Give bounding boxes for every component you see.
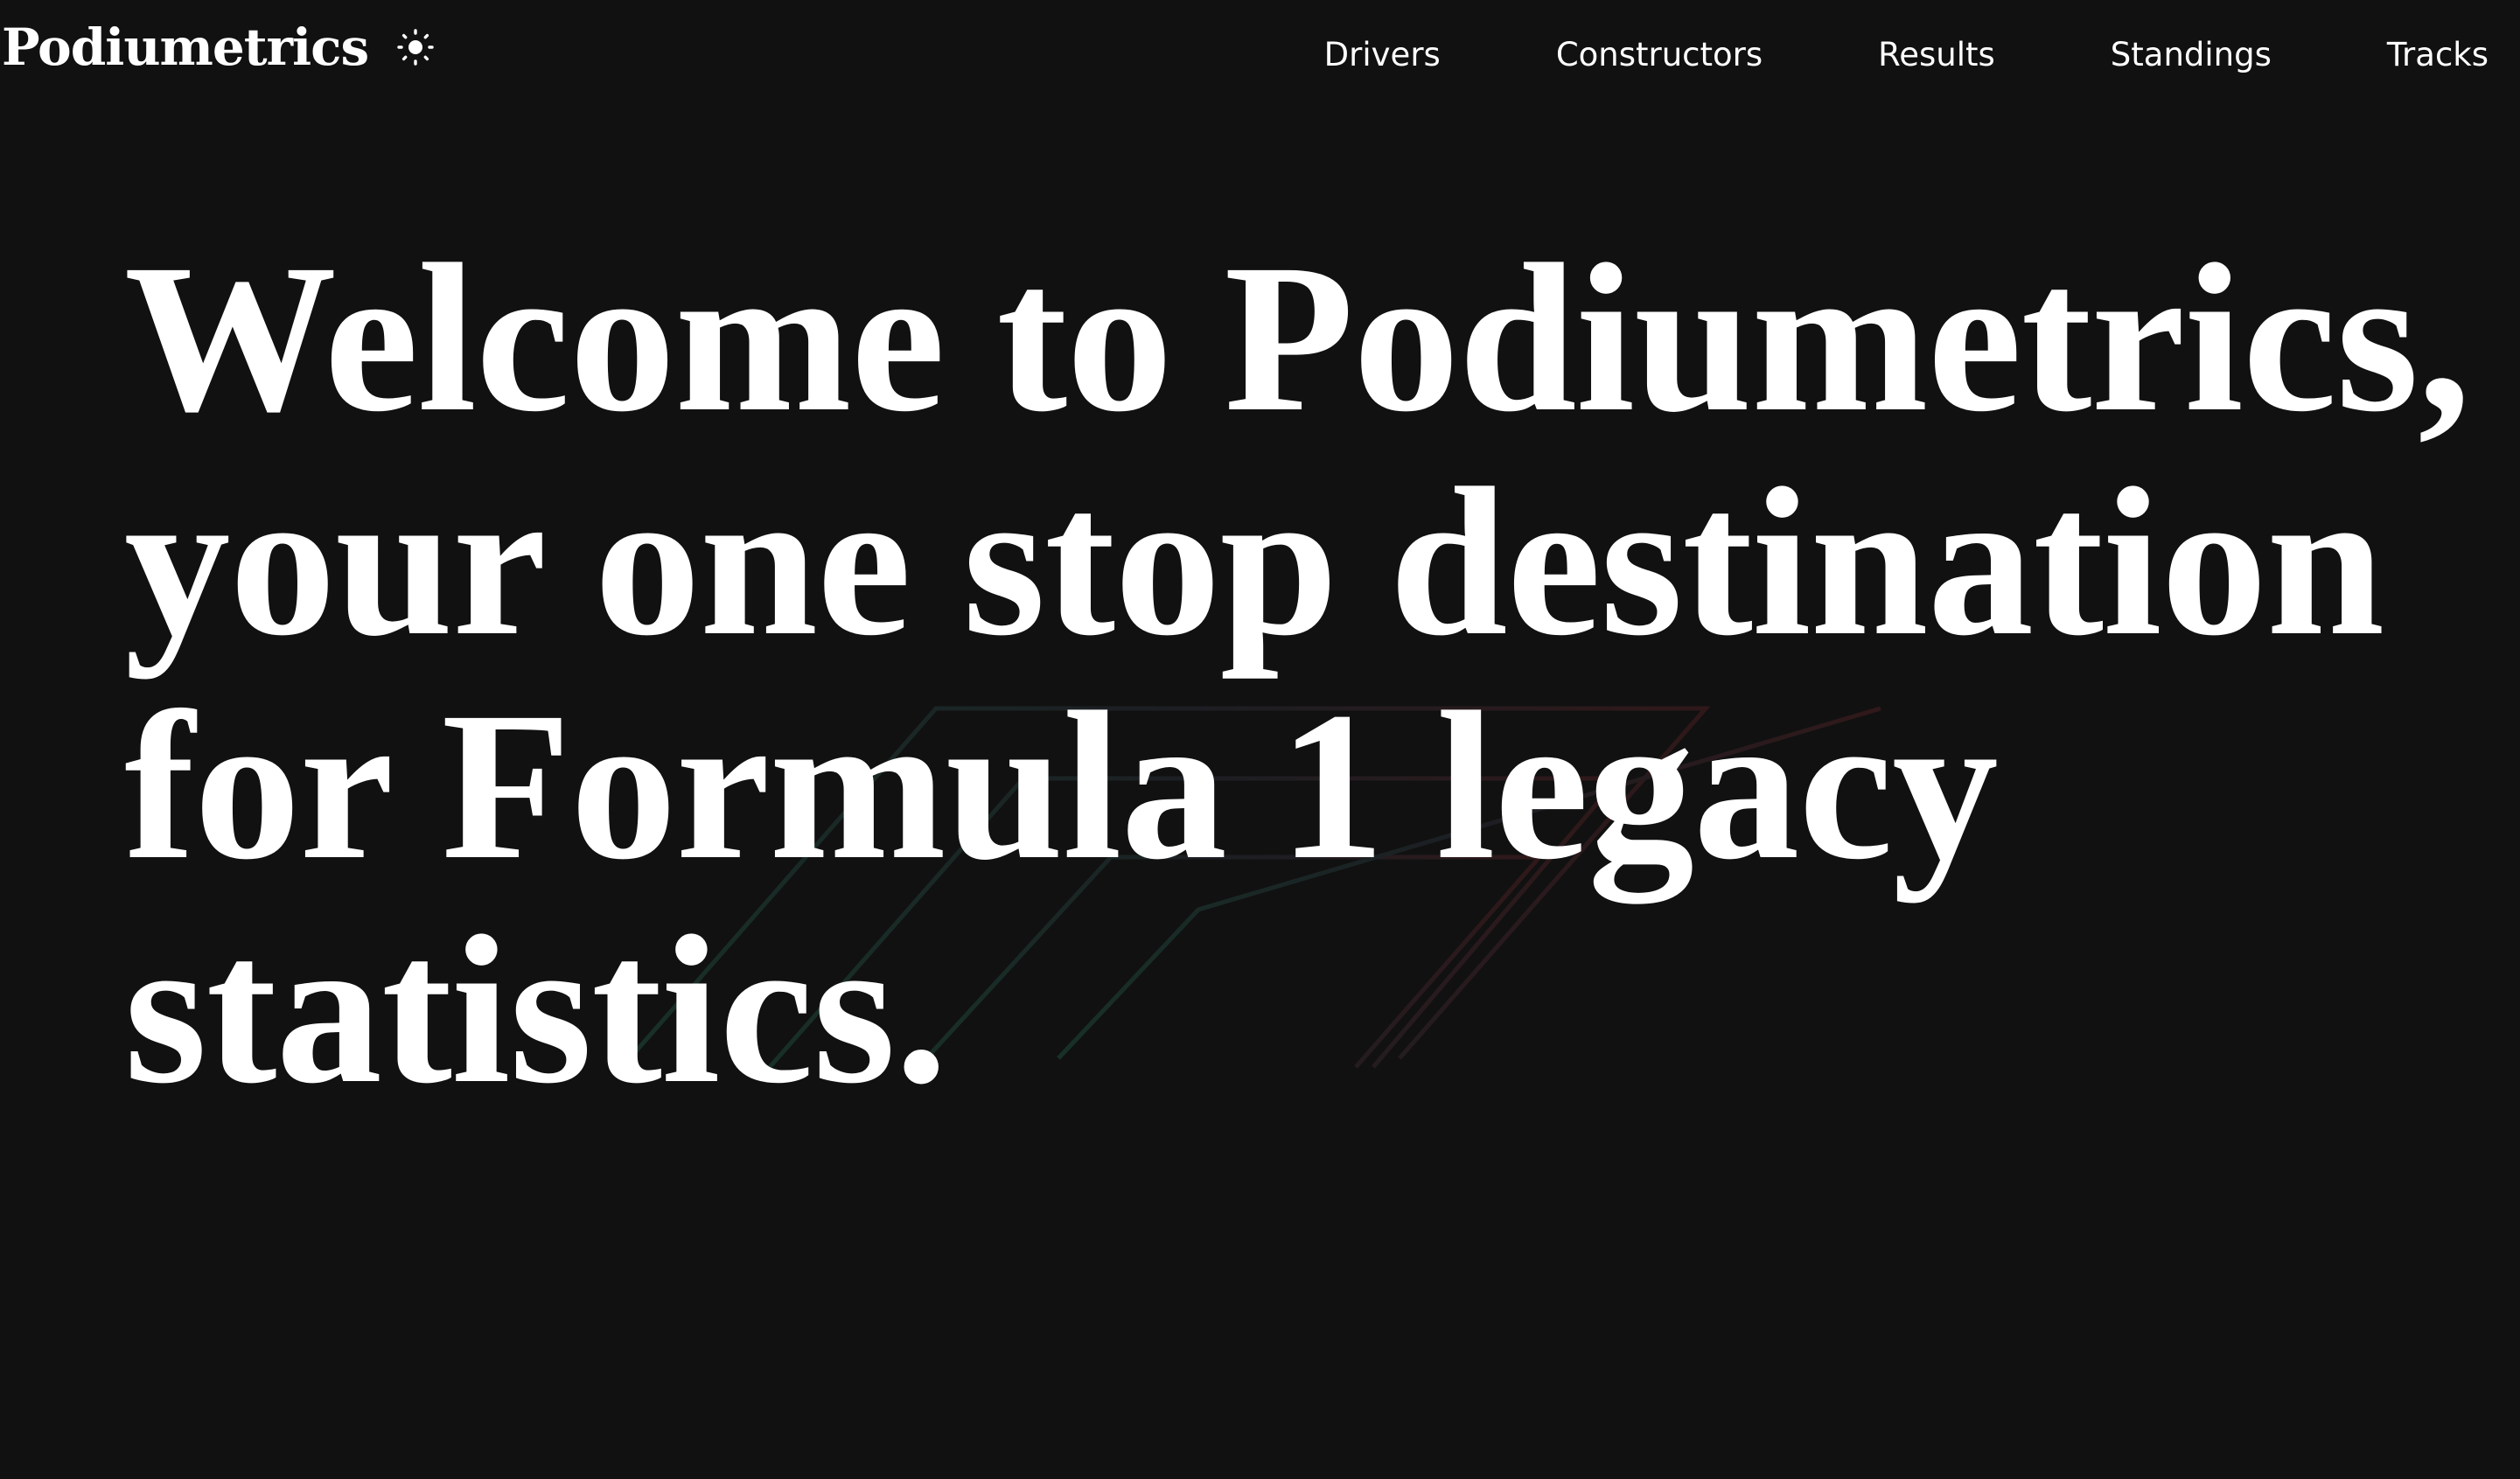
top-nav-bar: Podiumetrics Drivers Constructors Result… xyxy=(0,0,2520,114)
brand: Podiumetrics xyxy=(2,12,436,82)
hero-section: Welcome to Podiumetrics, your one stop d… xyxy=(124,226,2486,1121)
nav-tracks[interactable]: Tracks xyxy=(2387,30,2489,80)
nav-results[interactable]: Results xyxy=(1878,30,1995,80)
nav-standings[interactable]: Standings xyxy=(2111,30,2272,80)
main-nav: Drivers Constructors Results Standings T… xyxy=(1324,30,2489,80)
sun-icon xyxy=(397,29,434,66)
theme-toggle-button[interactable] xyxy=(394,26,436,68)
hero-headline: Welcome to Podiumetrics, your one stop d… xyxy=(124,220,2471,1127)
nav-drivers[interactable]: Drivers xyxy=(1324,30,1441,80)
brand-logo-text[interactable]: Podiumetrics xyxy=(2,22,369,73)
nav-constructors[interactable]: Constructors xyxy=(1556,30,1763,80)
